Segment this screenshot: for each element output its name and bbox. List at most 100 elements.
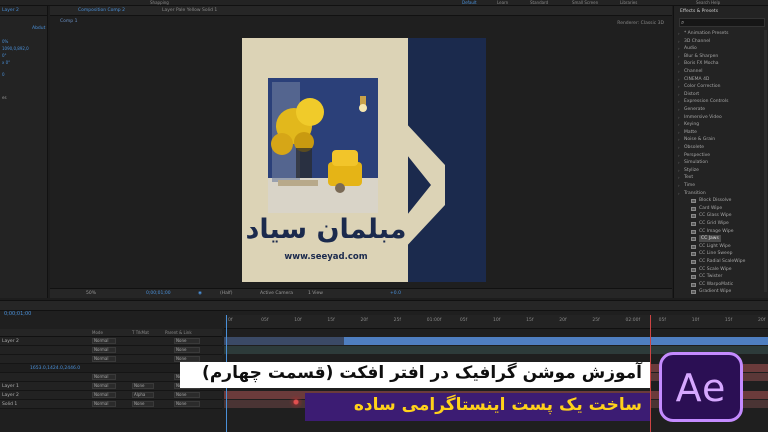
parent-select[interactable]: None — [174, 338, 200, 344]
work-area-end[interactable] — [650, 315, 651, 432]
tab-composition[interactable]: Composition Comp 2 — [78, 8, 125, 13]
effect-category[interactable]: › Immersive Video — [674, 114, 768, 121]
workspace-shapping[interactable]: Shapping — [150, 0, 169, 5]
effect-category[interactable]: › * Animation Presets — [674, 30, 768, 37]
effect-category[interactable]: › Distort — [674, 91, 768, 98]
viewer-timecode[interactable]: 0;00;01;00 — [146, 291, 171, 296]
effects-search-input[interactable]: ⌕ — [679, 18, 765, 27]
effect-category[interactable]: › CINEMA 4D — [674, 76, 768, 83]
effect-category[interactable]: › Boris FX Mocha — [674, 60, 768, 67]
tab-layer[interactable]: Layer 2 — [2, 8, 19, 13]
effect-item[interactable]: Gradient Wipe — [674, 288, 768, 295]
time-ruler[interactable]: 0f 05f 10f 15f 20f 25f 01:00f 05f 10f 15f 20f 25f 02… — [224, 315, 768, 329]
effect-category[interactable]: › Matte — [674, 129, 768, 136]
effect-item[interactable]: CC Image Wipe — [674, 228, 768, 235]
parent-select[interactable]: None — [174, 401, 200, 407]
effect-category[interactable]: › Expression Controls — [674, 98, 768, 105]
effect-item-label: CC Scale Wipe — [699, 266, 732, 272]
blend-mode-select[interactable]: Normal — [92, 347, 116, 353]
layer-name[interactable]: Layer 2 — [2, 393, 19, 398]
workspace-learn[interactable]: Learn — [497, 0, 508, 5]
layer-row[interactable]: Normal None — [0, 346, 222, 355]
effect-item[interactable]: CC Jaws — [674, 235, 768, 243]
layer-bar[interactable] — [344, 337, 768, 345]
composition-canvas[interactable]: مبلمان سیاد www.seeyad.com — [242, 38, 486, 282]
track-matte-select[interactable]: None — [132, 383, 154, 389]
effect-category-label: Blur & Sharpen — [684, 53, 719, 59]
effect-category[interactable]: › 3D Channel — [674, 38, 768, 45]
effect-category[interactable]: › Color Correction — [674, 83, 768, 90]
effect-category[interactable]: › Obsolete — [674, 144, 768, 151]
effect-item-label: Block Dissolve — [699, 198, 732, 204]
value-line[interactable]: 1090,0,892,0 — [2, 46, 29, 51]
workspace-standard[interactable]: Standard — [530, 0, 548, 5]
timeline-timecode[interactable]: 0;00;01;00 — [4, 311, 31, 317]
layer-name[interactable]: Layer 1 — [2, 384, 19, 389]
search-help[interactable]: Search Help — [696, 0, 720, 5]
effect-category[interactable]: › Text — [674, 174, 768, 181]
effect-icon — [691, 237, 696, 242]
value-line[interactable]: x 0° — [2, 60, 10, 65]
exposure-value[interactable]: +0.0 — [390, 291, 401, 296]
effect-category[interactable]: › Time — [674, 182, 768, 189]
renderer-label[interactable]: Renderer: Classic 3D — [617, 21, 664, 26]
effect-item[interactable]: CC Grid Wipe — [674, 220, 768, 227]
workspace-libraries[interactable]: Libraries — [620, 0, 637, 5]
value-line[interactable]: 0° — [2, 53, 7, 58]
effect-category[interactable]: › Channel — [674, 68, 768, 75]
effect-category[interactable]: › Simulation — [674, 159, 768, 166]
position-value[interactable]: 1653.0,1424.0,2446.0 — [30, 366, 80, 371]
effect-item[interactable]: CC Glass Wipe — [674, 212, 768, 219]
effect-item[interactable]: CC Twister — [674, 273, 768, 280]
effect-controls-panel: Layer 2 Abdut 0% 1090,0,892,0 0° x 0° 0 … — [0, 6, 48, 298]
effect-item[interactable]: CC Line Sweep — [674, 250, 768, 257]
layer-row[interactable]: Solid 1 Normal None None — [0, 400, 222, 409]
parent-select[interactable]: None — [174, 347, 200, 353]
effect-item[interactable]: CC Light Wipe — [674, 243, 768, 250]
effect-category[interactable]: › Transition — [674, 190, 768, 197]
resolution-select[interactable]: (Half) — [220, 291, 233, 296]
blend-mode-select[interactable]: Normal — [92, 401, 116, 407]
workspace-small-screen[interactable]: Small Screen — [572, 0, 598, 5]
workspace-default[interactable]: Default — [462, 0, 477, 5]
chevron-right-icon: › — [678, 31, 680, 36]
chevron-right-icon: › — [678, 114, 680, 120]
comp-breadcrumb[interactable]: Comp 1 — [60, 19, 77, 24]
layer-row[interactable]: Layer 2 Normal Alpha None — [0, 391, 222, 400]
effect-category[interactable]: › Keying — [674, 121, 768, 128]
effect-category-label: Matte — [684, 129, 697, 135]
effect-category[interactable]: › Blur & Sharpen — [674, 53, 768, 60]
layer-name[interactable]: Solid 1 — [2, 402, 17, 407]
camera-icon[interactable]: ◉ — [198, 291, 202, 296]
effect-category[interactable]: › Noise & Grain — [674, 136, 768, 143]
views-select[interactable]: 1 View — [308, 291, 323, 296]
effect-category[interactable]: › Generate — [674, 106, 768, 113]
ruler-tick-label: 20f — [559, 318, 567, 323]
track-matte-select[interactable]: Alpha — [132, 392, 154, 398]
layer-row[interactable]: Layer 2 Normal None — [0, 337, 222, 346]
ruler-tick-label: 05f — [658, 318, 666, 323]
effect-category[interactable]: › Stylize — [674, 167, 768, 174]
layer-name[interactable]: Layer 2 — [2, 339, 19, 344]
effect-item[interactable]: CC Radial ScaleWipe — [674, 258, 768, 265]
effect-category[interactable]: › Audio — [674, 45, 768, 52]
effect-item[interactable]: Block Dissolve — [674, 197, 768, 204]
tab-layer-solid[interactable]: Layer Pale Yellow Solid 1 — [162, 8, 217, 13]
effect-item[interactable]: Card Wipe — [674, 205, 768, 212]
value-line[interactable]: 0% — [2, 39, 8, 44]
effect-category[interactable]: › Perspective — [674, 152, 768, 159]
active-camera-select[interactable]: Active Camera — [260, 291, 293, 296]
track-matte-select[interactable]: None — [132, 401, 154, 407]
effect-item[interactable]: CC Scale Wipe — [674, 266, 768, 273]
zoom-select[interactable]: 50% — [86, 291, 96, 296]
tutorial-title: آموزش موشن گرافیک در افتر افکت (قسمت چها… — [202, 363, 642, 383]
blend-mode-select[interactable]: Normal — [92, 356, 116, 362]
blend-mode-select[interactable]: Normal — [92, 392, 116, 398]
blend-mode-select[interactable]: Normal — [92, 338, 116, 344]
blend-mode-select[interactable]: Normal — [92, 374, 116, 380]
effect-item[interactable]: CC WarpoMatic — [674, 281, 768, 288]
value-line[interactable]: 0 — [2, 72, 5, 77]
tab-about[interactable]: Abdut — [32, 26, 45, 31]
blend-mode-select[interactable]: Normal — [92, 383, 116, 389]
parent-select[interactable]: None — [174, 392, 200, 398]
